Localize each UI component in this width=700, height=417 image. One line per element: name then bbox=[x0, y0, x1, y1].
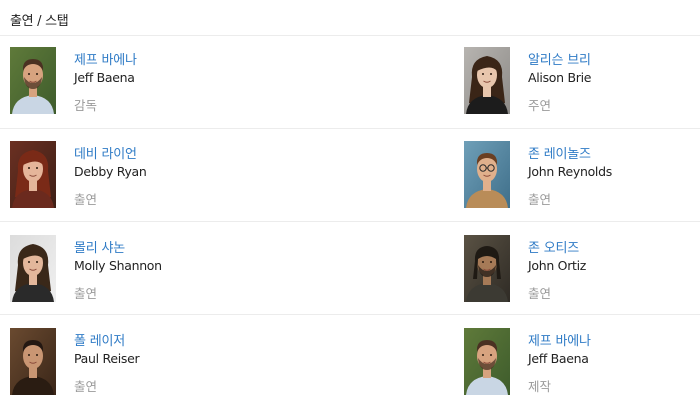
profile-photo[interactable] bbox=[464, 47, 510, 114]
person-role: 감독 bbox=[74, 98, 98, 113]
cast-crew-panel: 출연 / 스탭 제프 바에나 Jeff Baena 감독 알리슨 브리 Alis… bbox=[0, 0, 700, 417]
person-name-korean[interactable]: 존 오티즈 bbox=[528, 237, 579, 256]
person-name-korean[interactable]: 제프 바에나 bbox=[528, 330, 591, 349]
person-role: 출연 bbox=[74, 286, 98, 301]
cast-card[interactable]: 존 레이놀즈 John Reynolds 출연 bbox=[464, 141, 694, 211]
cast-card[interactable]: 제프 바에나 Jeff Baena 감독 bbox=[10, 47, 240, 117]
person-name-korean[interactable]: 존 레이놀즈 bbox=[528, 143, 591, 162]
cast-card[interactable]: 알리슨 브리 Alison Brie 주연 bbox=[464, 47, 694, 117]
man-portrait-dreadlocks-icon bbox=[464, 235, 510, 302]
person-name-english: John Reynolds bbox=[528, 164, 612, 179]
person-name-english: John Ortiz bbox=[528, 258, 587, 273]
profile-photo[interactable] bbox=[10, 328, 56, 395]
person-name-english: Molly Shannon bbox=[74, 258, 162, 273]
man-portrait-beard-icon bbox=[464, 328, 510, 395]
profile-photo[interactable] bbox=[10, 141, 56, 208]
person-name-korean[interactable]: 폴 레이저 bbox=[74, 330, 125, 349]
person-name-korean[interactable]: 몰리 샤논 bbox=[74, 237, 125, 256]
divider bbox=[0, 314, 700, 315]
profile-photo[interactable] bbox=[464, 141, 510, 208]
profile-photo[interactable] bbox=[464, 328, 510, 395]
person-name-english: Jeff Baena bbox=[74, 70, 135, 85]
man-portrait-dark-suit-icon bbox=[10, 328, 56, 395]
profile-photo[interactable] bbox=[464, 235, 510, 302]
cast-card[interactable]: 존 오티즈 John Ortiz 출연 bbox=[464, 235, 694, 305]
cast-card[interactable]: 폴 레이저 Paul Reiser 출연 bbox=[10, 328, 240, 398]
woman-portrait-dark-hair-icon bbox=[464, 47, 510, 114]
divider bbox=[0, 221, 700, 222]
person-role: 제작 bbox=[528, 379, 552, 394]
person-name-english: Paul Reiser bbox=[74, 351, 140, 366]
woman-portrait-brown-hair-icon bbox=[10, 235, 56, 302]
man-portrait-beard-icon bbox=[10, 47, 56, 114]
person-role: 출연 bbox=[528, 192, 552, 207]
person-name-korean[interactable]: 제프 바에나 bbox=[74, 49, 137, 68]
person-name-english: Debby Ryan bbox=[74, 164, 147, 179]
divider bbox=[0, 35, 700, 36]
cast-card[interactable]: 데비 라이언 Debby Ryan 출연 bbox=[10, 141, 240, 211]
person-role: 출연 bbox=[74, 379, 98, 394]
cast-card[interactable]: 몰리 샤논 Molly Shannon 출연 bbox=[10, 235, 240, 305]
section-title: 출연 / 스탭 bbox=[10, 14, 69, 29]
cast-card[interactable]: 제프 바에나 Jeff Baena 제작 bbox=[464, 328, 694, 398]
profile-photo[interactable] bbox=[10, 47, 56, 114]
person-role: 출연 bbox=[528, 286, 552, 301]
person-name-korean[interactable]: 알리슨 브리 bbox=[528, 49, 591, 68]
man-portrait-glasses-icon bbox=[464, 141, 510, 208]
woman-portrait-red-hair-icon bbox=[10, 141, 56, 208]
profile-photo[interactable] bbox=[10, 235, 56, 302]
person-name-english: Alison Brie bbox=[528, 70, 592, 85]
person-name-korean[interactable]: 데비 라이언 bbox=[74, 143, 137, 162]
divider bbox=[0, 128, 700, 129]
person-role: 출연 bbox=[74, 192, 98, 207]
person-name-english: Jeff Baena bbox=[528, 351, 589, 366]
person-role: 주연 bbox=[528, 98, 552, 113]
